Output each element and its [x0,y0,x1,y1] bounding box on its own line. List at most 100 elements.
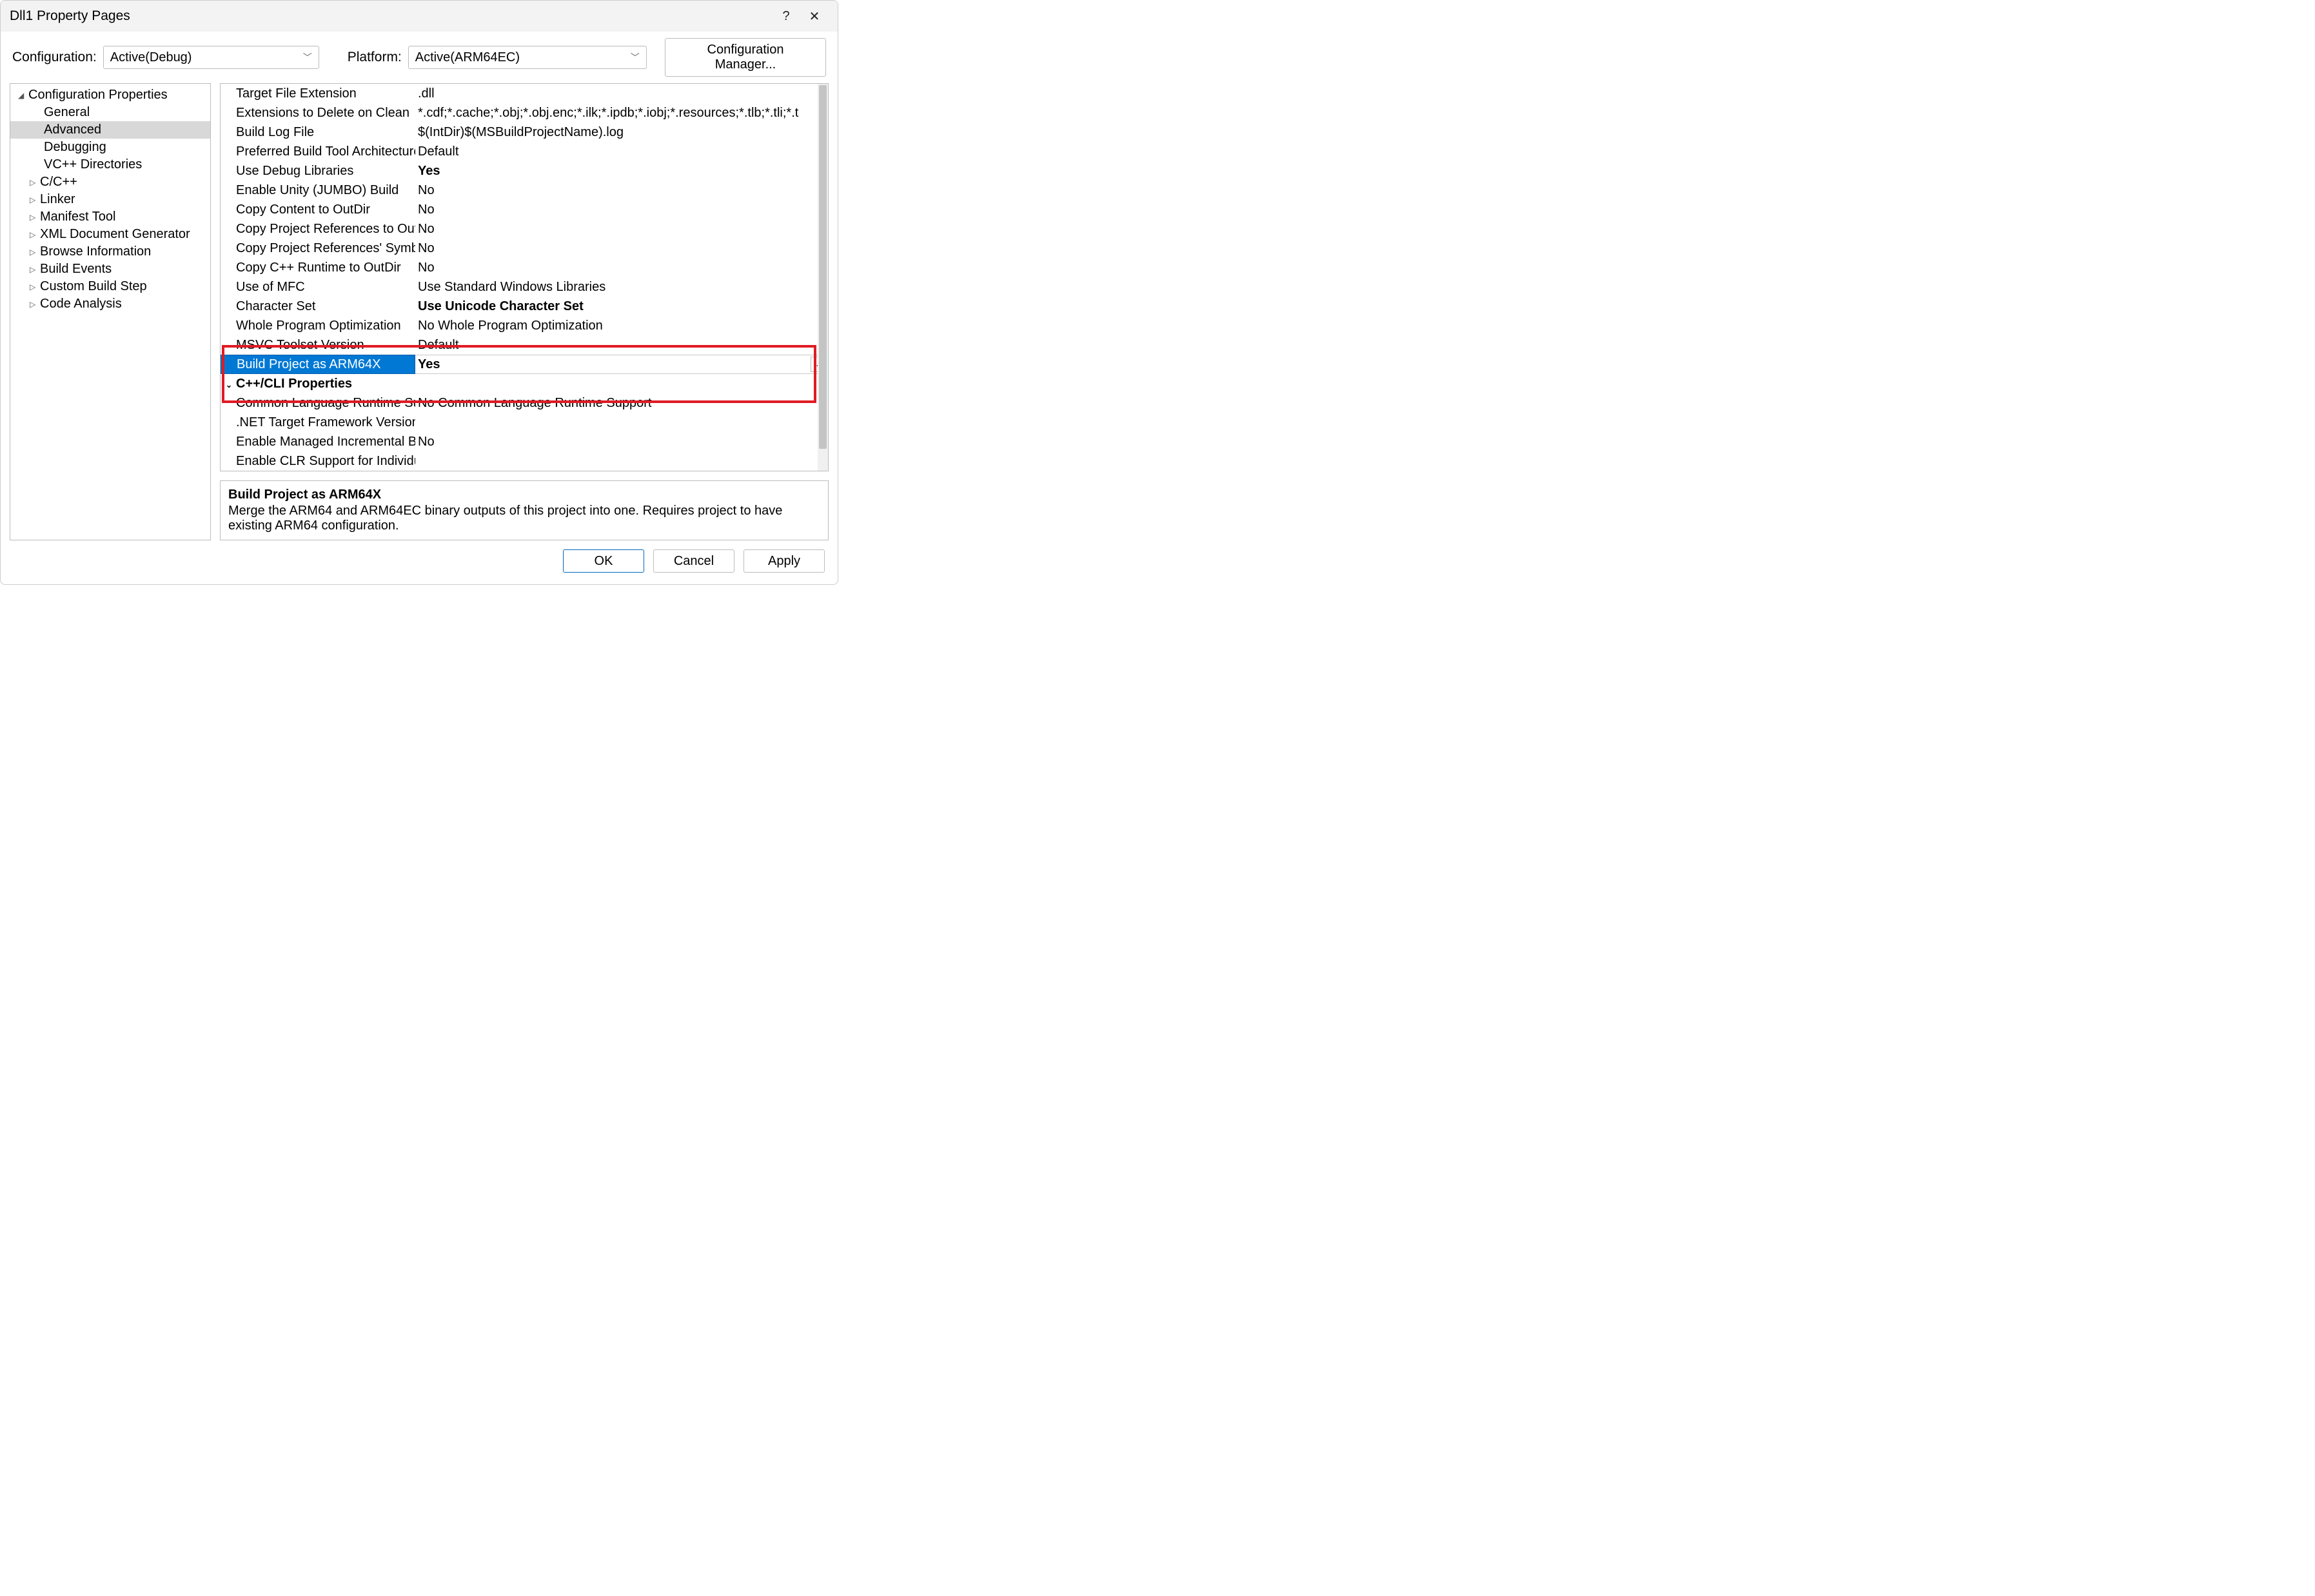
toolbar: Configuration: Active(Debug) ﹀ Platform:… [1,32,838,83]
property-value[interactable]: No [415,435,828,449]
grid-row[interactable]: Enable Unity (JUMBO) BuildNo [221,181,828,200]
tree-item[interactable]: ▷Build Events [10,261,210,278]
grid-row[interactable]: Enable Managed Incremental BuilNo [221,432,828,451]
help-icon[interactable]: ? [772,6,800,26]
platform-combo[interactable]: Active(ARM64EC) ﹀ [408,46,647,69]
apply-button[interactable]: Apply [744,549,825,573]
property-value[interactable]: No Whole Program Optimization [415,319,828,333]
expander-right-icon: ▷ [30,178,39,187]
description-panel: Build Project as ARM64X Merge the ARM64 … [220,480,829,540]
property-name: Copy Content to OutDir [221,202,415,217]
grid-row[interactable]: Whole Program OptimizationNo Whole Progr… [221,316,828,335]
property-name: Enable Unity (JUMBO) Build [221,183,415,198]
property-value[interactable]: .dll [415,86,828,101]
dialog-buttons: OK Cancel Apply [1,549,838,584]
property-value[interactable]: *.cdf;*.cache;*.obj;*.obj.enc;*.ilk;*.ip… [415,106,828,121]
tree-item[interactable]: Debugging [10,139,210,156]
expander-right-icon: ▷ [30,230,39,239]
tree-item[interactable]: ▷C/C++ [10,173,210,191]
grid-row[interactable]: MSVC Toolset VersionDefault [221,335,828,355]
titlebar: Dll1 Property Pages ? ✕ [1,1,838,32]
grid-row[interactable]: Copy C++ Runtime to OutDirNo [221,258,828,277]
tree-item[interactable]: ▷Manifest Tool [10,208,210,226]
expander-right-icon: ▷ [30,300,39,309]
expander-right-icon: ▷ [30,282,39,291]
description-body: Merge the ARM64 and ARM64EC binary outpu… [228,504,820,533]
property-value[interactable]: No [415,183,828,198]
property-name: Copy Project References to OutDi [221,222,415,237]
tree-item[interactable]: ▷Browse Information [10,243,210,261]
grid-row[interactable]: Use of MFCUse Standard Windows Libraries [221,277,828,297]
grid-section[interactable]: ⌄C++/CLI Properties [221,374,828,393]
property-value[interactable]: No Common Language Runtime Support [415,396,828,411]
cancel-button[interactable]: Cancel [653,549,734,573]
expander-right-icon: ▷ [30,248,39,257]
grid-row[interactable]: Copy Content to OutDirNo [221,200,828,219]
property-name: Extensions to Delete on Clean [221,106,415,121]
tree-item[interactable]: ▷XML Document Generator [10,226,210,243]
scrollbar-thumb[interactable] [819,85,827,449]
property-value[interactable]: No [415,222,828,237]
property-name: MSVC Toolset Version [221,338,415,353]
tree-item[interactable]: General [10,104,210,121]
grid-row[interactable]: Copy Project References' SymbolsNo [221,239,828,258]
vertical-scrollbar[interactable] [818,84,828,471]
property-name: ⌄C++/CLI Properties [221,377,415,391]
platform-label: Platform: [348,50,402,65]
property-name: Copy C++ Runtime to OutDir [221,261,415,275]
grid-row[interactable]: Extensions to Delete on Clean*.cdf;*.cac… [221,103,828,123]
tree-item[interactable]: ▷Custom Build Step [10,278,210,295]
property-name: Target File Extension [221,86,415,101]
property-name: Copy Project References' Symbols [221,241,415,256]
chevron-down-icon: ⌄ [226,380,235,389]
expander-right-icon: ▷ [30,265,39,274]
grid-row[interactable]: .NET Target Framework Version [221,413,828,432]
property-grid[interactable]: Target File Extension.dllExtensions to D… [220,83,829,471]
property-name: Preferred Build Tool Architecture [221,144,415,159]
property-value[interactable]: No [415,261,828,275]
property-value[interactable]: No [415,202,828,217]
tree-item[interactable]: VC++ Directories [10,156,210,173]
property-name: Enable CLR Support for Individual [221,454,415,469]
description-title: Build Project as ARM64X [228,488,820,502]
property-name: Use Debug Libraries [221,164,415,179]
grid-row[interactable]: Preferred Build Tool ArchitectureDefault [221,142,828,161]
close-icon[interactable]: ✕ [800,6,829,26]
property-value[interactable]: $(IntDir)$(MSBuildProjectName).log [415,125,828,140]
property-value[interactable]: Default [415,338,828,353]
property-name: Enable Managed Incremental Buil [221,435,415,449]
property-value[interactable]: Yes⌄ [415,355,828,374]
tree-item[interactable]: ▷Linker [10,191,210,208]
tree-item[interactable]: Advanced [10,121,210,139]
property-name: Character Set [221,299,415,314]
property-name: .NET Target Framework Version [221,415,415,430]
grid-row[interactable]: Character SetUse Unicode Character Set [221,297,828,316]
grid-row[interactable]: Enable CLR Support for Individual [221,451,828,471]
configuration-combo[interactable]: Active(Debug) ﹀ [103,46,319,69]
grid-row[interactable]: Common Language Runtime SupNo Common Lan… [221,393,828,413]
configuration-manager-button[interactable]: Configuration Manager... [665,38,826,77]
expander-right-icon: ▷ [30,195,39,204]
property-value[interactable]: Yes [415,164,828,179]
property-pages-dialog: Dll1 Property Pages ? ✕ Configuration: A… [0,0,838,585]
chevron-down-icon: ﹀ [631,51,640,64]
property-name: Use of MFC [221,280,415,295]
chevron-down-icon: ﹀ [303,51,312,64]
tree-item[interactable]: ▷Code Analysis [10,295,210,313]
grid-row[interactable]: Copy Project References to OutDiNo [221,219,828,239]
property-value[interactable]: Use Standard Windows Libraries [415,280,828,295]
property-value[interactable]: Use Unicode Character Set [415,299,828,314]
property-name: Build Project as ARM64X [221,355,415,374]
grid-row[interactable]: Build Project as ARM64XYes⌄ [221,355,828,374]
grid-row[interactable]: Use Debug LibrariesYes [221,161,828,181]
configuration-label: Configuration: [12,50,97,65]
grid-row[interactable]: Build Log File$(IntDir)$(MSBuildProjectN… [221,123,828,142]
tree-root[interactable]: ◢ Configuration Properties [10,86,210,104]
window-title: Dll1 Property Pages [10,8,772,24]
property-name: Whole Program Optimization [221,319,415,333]
ok-button[interactable]: OK [563,549,644,573]
category-tree[interactable]: ◢ Configuration Properties GeneralAdvanc… [10,83,211,540]
property-value[interactable]: No [415,241,828,256]
grid-row[interactable]: Target File Extension.dll [221,84,828,103]
property-value[interactable]: Default [415,144,828,159]
